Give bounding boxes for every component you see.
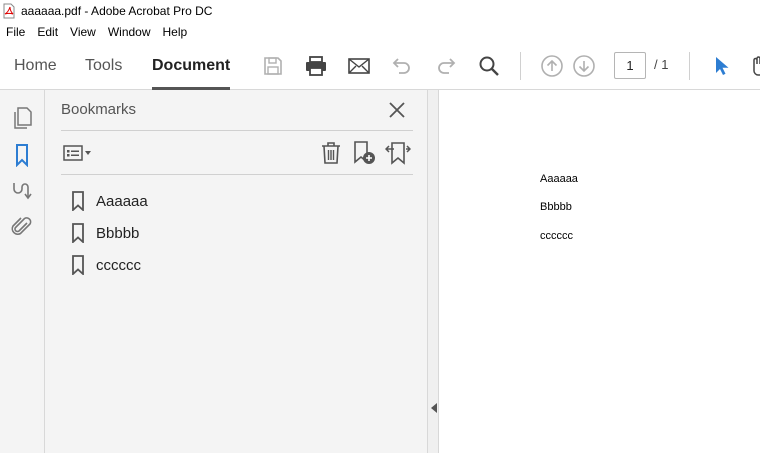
menu-edit[interactable]: Edit: [31, 25, 64, 39]
menu-view[interactable]: View: [64, 25, 102, 39]
panel-title: Bookmarks: [61, 101, 137, 118]
bookmarks-panel: Bookmarks Aaaaaa Bbbbb cccccc: [45, 90, 427, 453]
bookmark-item[interactable]: cccccc: [71, 249, 148, 281]
panel-splitter[interactable]: [427, 90, 439, 453]
page-thumbnails-icon[interactable]: [9, 105, 35, 131]
hand-tool-icon[interactable]: [746, 53, 760, 79]
expand-bookmark-icon[interactable]: [385, 140, 411, 166]
tab-tools[interactable]: Tools: [85, 42, 122, 89]
new-bookmark-icon[interactable]: [351, 140, 377, 166]
undo-icon[interactable]: [389, 53, 415, 79]
page-up-icon[interactable]: [539, 53, 565, 79]
close-icon[interactable]: [385, 98, 409, 122]
pdf-file-icon: [1, 3, 17, 19]
menu-window[interactable]: Window: [102, 25, 157, 39]
bookmark-item[interactable]: Aaaaaa: [71, 185, 148, 217]
bookmark-item[interactable]: Bbbbb: [71, 217, 148, 249]
page-total: / 1: [654, 57, 669, 72]
redo-icon[interactable]: [433, 53, 459, 79]
bookmark-icon: [71, 191, 87, 211]
window-title: aaaaaa.pdf - Adobe Acrobat Pro DC: [21, 4, 213, 18]
tab-document[interactable]: Document: [152, 42, 231, 90]
document-text-line: Bbbbb: [540, 201, 572, 213]
document-text-line: Aaaaaa: [540, 173, 578, 185]
save-icon[interactable]: [260, 53, 286, 79]
select-pointer-icon[interactable]: [708, 53, 734, 79]
page-down-icon[interactable]: [571, 53, 597, 79]
tab-home[interactable]: Home: [14, 42, 57, 89]
print-icon[interactable]: [303, 53, 329, 79]
attachments-icon[interactable]: [9, 214, 35, 240]
bookmark-label: Aaaaaa: [96, 192, 148, 210]
document-text-line: cccccc: [540, 230, 573, 242]
panel-divider: [61, 174, 413, 175]
menu-help[interactable]: Help: [157, 25, 194, 39]
main-toolbar: Home Tools Document: [0, 42, 760, 90]
menu-bar: File Edit View Window Help: [0, 22, 760, 42]
bookmark-list: Aaaaaa Bbbbb cccccc: [71, 185, 148, 281]
bookmark-label: cccccc: [96, 256, 141, 274]
title-bar: aaaaaa.pdf - Adobe Acrobat Pro DC: [0, 0, 760, 22]
bookmark-label: Bbbbb: [96, 224, 140, 242]
signatures-icon[interactable]: [9, 178, 35, 204]
bookmark-icon: [71, 255, 87, 275]
toolbar-separator: [689, 52, 690, 80]
page-number-input[interactable]: [614, 52, 646, 79]
delete-icon[interactable]: [319, 140, 343, 166]
document-view[interactable]: Aaaaaa Bbbbb cccccc: [439, 90, 760, 453]
options-menu-icon[interactable]: [63, 140, 93, 166]
toolbar-separator: [520, 52, 521, 80]
search-icon[interactable]: [476, 53, 502, 79]
panel-divider: [61, 130, 413, 131]
bookmark-icon: [71, 223, 87, 243]
email-icon[interactable]: [346, 53, 372, 79]
menu-file[interactable]: File: [0, 25, 31, 39]
navigation-rail: [0, 90, 45, 453]
collapse-arrow-icon[interactable]: [431, 403, 437, 413]
bookmarks-icon[interactable]: [9, 142, 35, 168]
